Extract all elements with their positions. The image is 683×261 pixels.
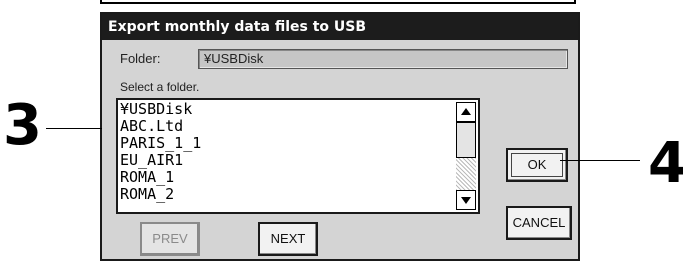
scrollbar-thumb[interactable] [456, 122, 476, 158]
callout-number-3: 3 [3, 93, 42, 158]
scroll-down-button[interactable] [456, 190, 476, 210]
dialog-title: Export monthly data files to USB [102, 14, 578, 40]
ok-button-focus-ring [511, 153, 563, 177]
callout-number-4: 4 [648, 131, 683, 196]
list-scrollbar[interactable] [456, 102, 476, 210]
callout-leader-line-4 [560, 160, 640, 161]
folder-list: ¥USBDisk ABC.Ltd PARIS_1_1 EU_AIR1 ROMA_… [120, 101, 452, 203]
folder-list-item[interactable]: ¥USBDisk [120, 101, 452, 118]
folder-label: Folder: [120, 51, 161, 66]
ok-button[interactable]: OK [506, 148, 568, 182]
folder-listbox[interactable]: ¥USBDisk ABC.Ltd PARIS_1_1 EU_AIR1 ROMA_… [116, 98, 480, 214]
folder-list-item[interactable]: ABC.Ltd [120, 118, 452, 135]
next-button[interactable]: NEXT [258, 222, 318, 256]
cancel-button[interactable]: CANCEL [506, 206, 572, 240]
folder-path-field: ¥USBDisk [198, 49, 568, 69]
folder-list-item[interactable]: EU_AIR1 [120, 152, 452, 169]
folder-list-item[interactable]: ROMA_2 [120, 186, 452, 203]
triangle-up-icon [461, 108, 471, 115]
triangle-down-icon [461, 197, 471, 204]
select-folder-label: Select a folder. [120, 80, 200, 94]
callout-leader-line-3 [46, 128, 102, 129]
prev-button[interactable]: PREV [140, 222, 200, 256]
scroll-up-button[interactable] [456, 102, 476, 122]
export-dialog: Export monthly data files to USB Folder:… [100, 12, 580, 261]
folder-list-item[interactable]: PARIS_1_1 [120, 135, 452, 152]
cropped-top-bracket [100, 0, 576, 4]
folder-list-item[interactable]: ROMA_1 [120, 169, 452, 186]
